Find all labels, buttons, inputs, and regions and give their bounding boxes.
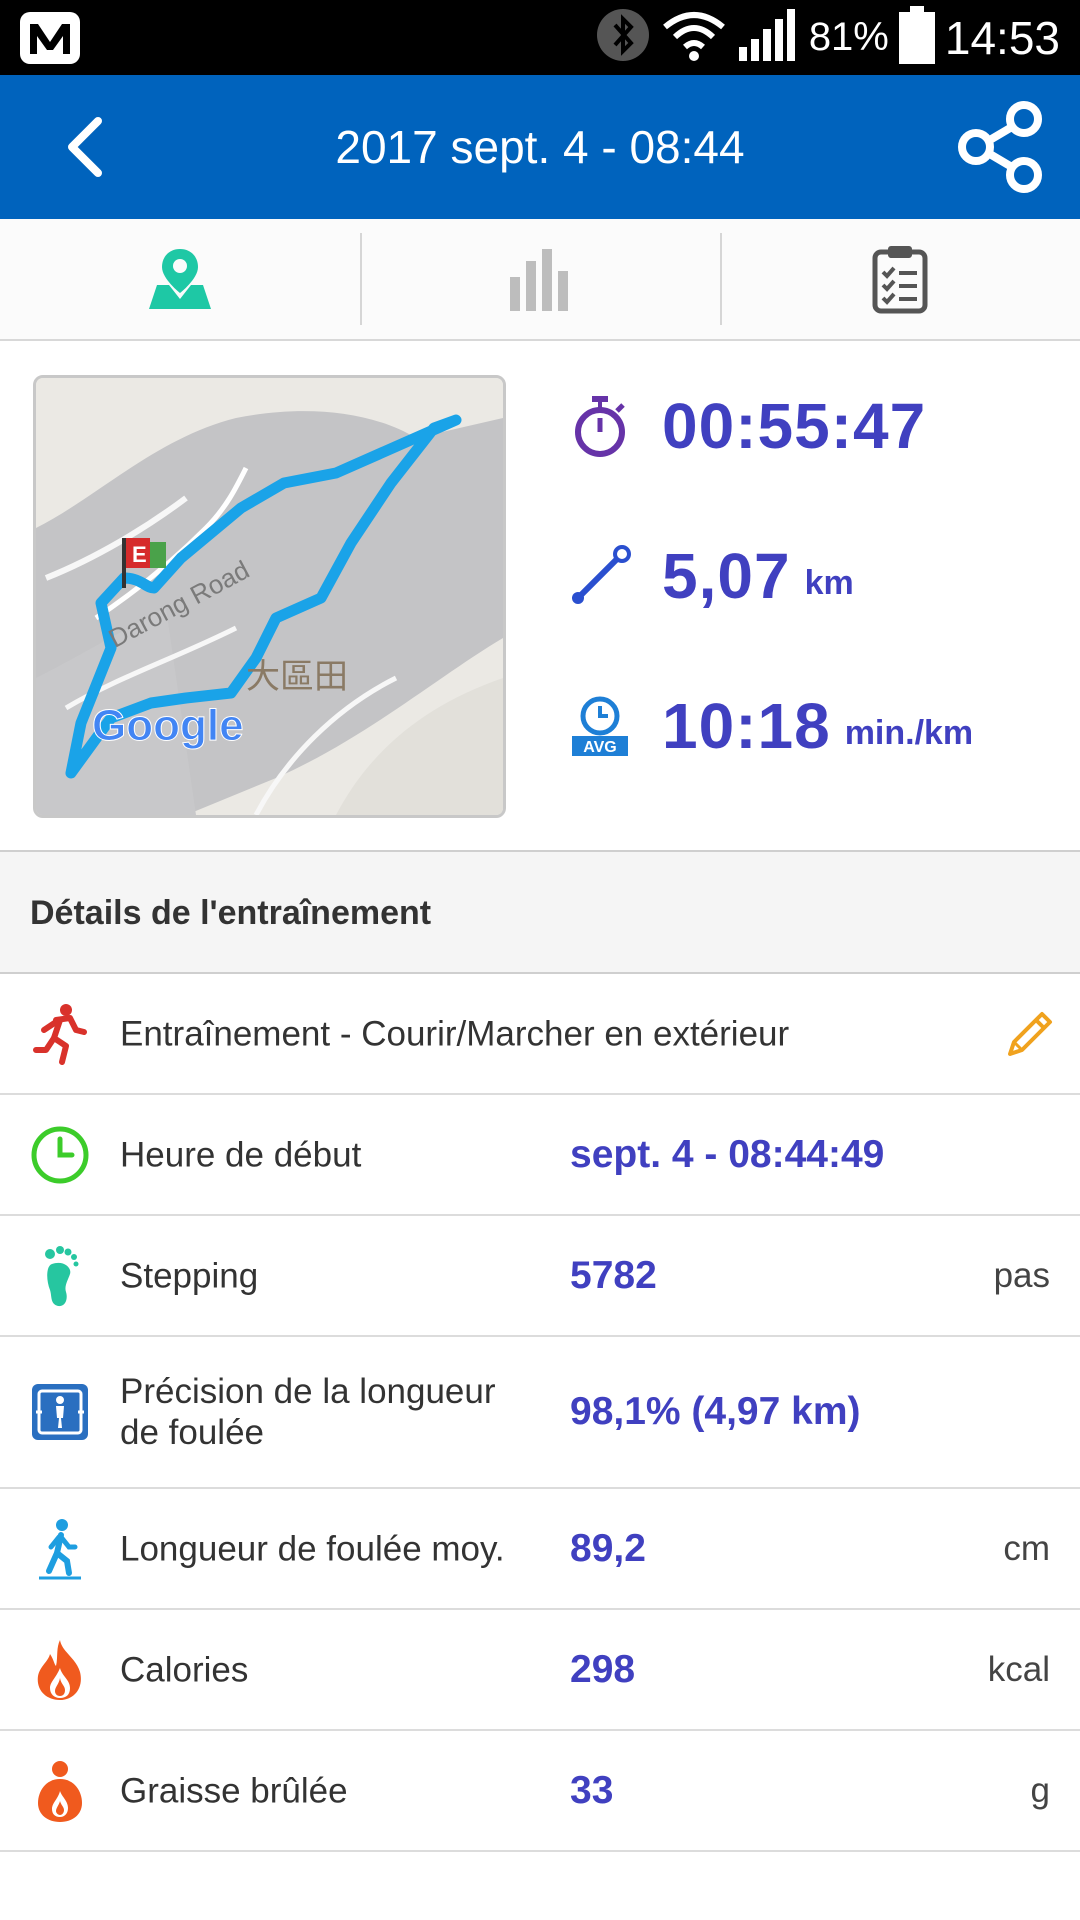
app-bar: 2017 sept. 4 - 08:44 xyxy=(0,75,1080,219)
tab-map[interactable] xyxy=(0,219,360,339)
fat-burned-unit: g xyxy=(1030,1770,1050,1810)
pace-unit: min./km xyxy=(844,713,974,752)
pace-metric: AVG 10:18 min./km xyxy=(568,681,973,771)
distance-metric: 5,07 km xyxy=(568,531,854,621)
share-button[interactable] xyxy=(950,97,1050,197)
stride-accuracy-label: Précision de la longueur de foulée xyxy=(120,1372,496,1452)
signal-icon xyxy=(737,7,799,68)
duration-value: 00:55:47 xyxy=(662,390,927,462)
details-section-header: Détails de l'entraînement xyxy=(0,852,1080,974)
steps-label: Stepping xyxy=(120,1256,259,1295)
map-pin-icon xyxy=(149,249,211,309)
avg-pace-icon: AVG xyxy=(572,696,628,756)
workout-type-row[interactable]: Entraînement - Courir/Marcher en extérie… xyxy=(0,974,1080,1095)
map-place-label: 大區田 xyxy=(246,657,348,697)
calories-row: Calories 298 kcal xyxy=(0,1610,1080,1731)
share-icon xyxy=(958,101,1042,193)
bar-chart-icon xyxy=(510,249,568,311)
tab-details[interactable] xyxy=(720,219,1080,339)
workout-type-label: Entraînement - Courir/Marcher en extérie… xyxy=(120,1014,790,1053)
stride-accuracy-value: 98,1% (4,97 km) xyxy=(570,1390,861,1433)
steps-value: 5782 xyxy=(570,1253,657,1297)
start-time-value: sept. 4 - 08:44:49 xyxy=(570,1132,885,1176)
footprint-icon xyxy=(45,1245,79,1306)
wifi-icon xyxy=(661,7,727,68)
distance-unit: km xyxy=(804,563,854,602)
stride-accuracy-row: Précision de la longueur de foulée 98,1%… xyxy=(0,1337,1080,1489)
steps-row: Stepping 5782 pas xyxy=(0,1216,1080,1337)
fat-burned-label: Graisse brûlée xyxy=(120,1771,348,1810)
clock-icon xyxy=(31,1126,89,1183)
battery-icon xyxy=(898,6,935,69)
calories-label: Calories xyxy=(120,1650,249,1689)
distance-icon xyxy=(572,545,631,604)
steps-unit: pas xyxy=(993,1255,1050,1295)
tab-bar xyxy=(0,219,1080,341)
clock-time: 14:53 xyxy=(944,11,1060,64)
edit-workout-button[interactable] xyxy=(1002,1006,1058,1062)
avg-stride-row: Longueur de foulée moy. 89,2 cm xyxy=(0,1489,1080,1610)
calories-value: 298 xyxy=(570,1647,636,1691)
avg-icon-text: AVG xyxy=(583,739,616,756)
clipboard-list-icon xyxy=(872,246,928,314)
details-list: Entraînement - Courir/Marcher en extérie… xyxy=(0,974,1080,1852)
calories-unit: kcal xyxy=(987,1649,1050,1689)
pace-value: 10:18 xyxy=(662,690,831,762)
google-logo: Google xyxy=(92,701,244,750)
pencil-icon xyxy=(1008,1011,1052,1056)
bluetooth-icon xyxy=(595,7,651,68)
status-bar: 81% 14:53 xyxy=(0,0,1080,75)
avg-stride-value: 89,2 xyxy=(570,1526,646,1570)
map-flag-label: E xyxy=(132,542,147,567)
fat-burn-icon xyxy=(38,1760,82,1822)
start-time-label: Heure de début xyxy=(120,1135,362,1174)
fat-burned-row: Graisse brûlée 33 g xyxy=(0,1731,1080,1852)
start-time-row: Heure de début sept. 4 - 08:44:49 xyxy=(0,1095,1080,1216)
details-header-title: Détails de l'entraînement xyxy=(30,894,432,932)
app-m-icon xyxy=(20,12,80,64)
fat-burned-value: 33 xyxy=(570,1768,614,1812)
back-button[interactable] xyxy=(46,105,130,189)
stopwatch-icon xyxy=(575,396,625,457)
walking-icon xyxy=(39,1518,81,1579)
duration-metric: 00:55:47 xyxy=(568,381,926,471)
workout-summary: E Darong Road 大區田 Google 00:55:47 5,07 k… xyxy=(0,341,1080,852)
page-title: 2017 sept. 4 - 08:44 xyxy=(335,121,745,173)
chevron-left-icon xyxy=(68,117,102,177)
running-icon xyxy=(33,1003,87,1065)
flame-icon xyxy=(37,1639,81,1700)
distance-value: 5,07 xyxy=(662,540,791,612)
stride-accuracy-icon xyxy=(32,1384,88,1440)
avg-stride-unit: cm xyxy=(1003,1528,1050,1568)
avg-stride-label: Longueur de foulée moy. xyxy=(120,1529,505,1568)
route-map[interactable]: E Darong Road 大區田 Google xyxy=(33,375,506,818)
battery-percent: 81% xyxy=(808,15,889,59)
tab-charts[interactable] xyxy=(360,219,720,339)
